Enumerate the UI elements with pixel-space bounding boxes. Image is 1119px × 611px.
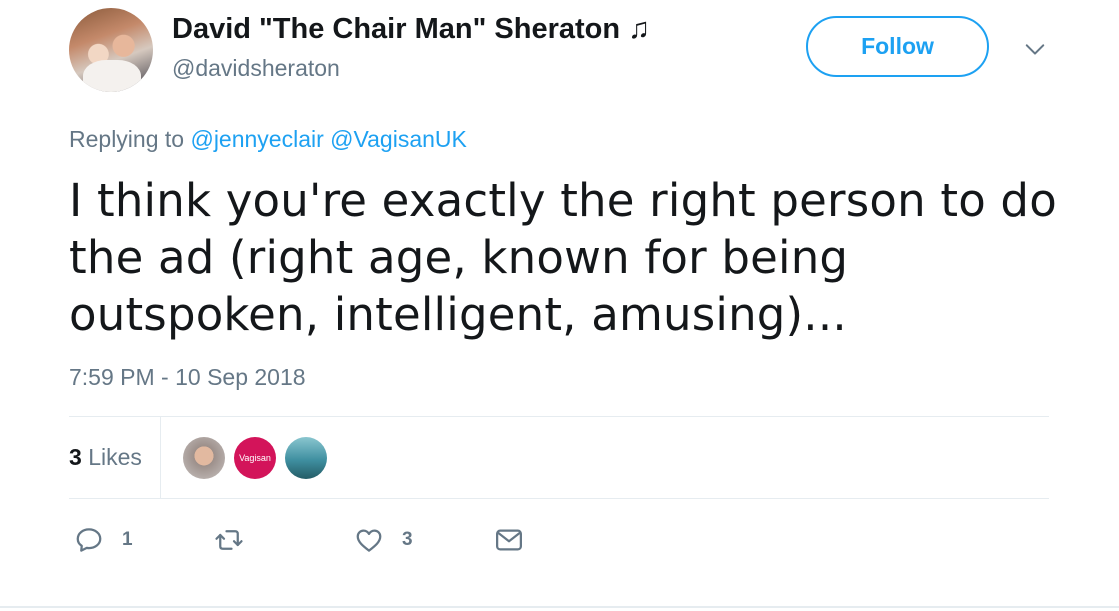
stat-separator [160, 417, 161, 499]
author-display-name[interactable]: David "The Chair Man" Sheraton ♫ [172, 13, 650, 46]
reply-button[interactable]: 1 [74, 525, 133, 555]
bottom-border [0, 606, 1119, 608]
likes-stat[interactable]: 3 Likes [69, 444, 142, 471]
reply-count: 1 [122, 529, 133, 550]
reply-icon [76, 528, 102, 552]
divider [69, 416, 1049, 417]
chevron-down-icon[interactable] [1024, 38, 1046, 60]
mention-link[interactable]: @jennyeclair [190, 126, 323, 152]
mention-link[interactable]: @VagisanUK [330, 126, 467, 152]
follow-button[interactable]: Follow [806, 16, 989, 77]
like-button[interactable]: 3 [354, 525, 413, 555]
tweet-timestamp[interactable]: 7:59 PM - 10 Sep 2018 [69, 364, 306, 391]
author-avatar[interactable] [69, 8, 153, 92]
divider [69, 498, 1049, 499]
like-count: 3 [402, 529, 413, 550]
retweet-icon [215, 530, 243, 550]
replying-to-label: Replying to [69, 126, 185, 152]
liker-avatar[interactable] [285, 437, 327, 479]
heart-icon [356, 529, 382, 552]
replying-to: Replying to @jennyeclair @VagisanUK [69, 126, 467, 153]
likes-count: 3 [69, 444, 82, 470]
message-icon [496, 529, 522, 551]
liker-avatar[interactable]: Vagisan [234, 437, 276, 479]
liker-avatar-label: Vagisan [239, 453, 271, 463]
liker-avatar[interactable] [183, 437, 225, 479]
author-handle[interactable]: @davidsheraton [172, 55, 340, 82]
tweet-text: I think you're exactly the right person … [69, 174, 1057, 341]
likes-label: Likes [88, 444, 142, 470]
retweet-button[interactable] [214, 525, 262, 555]
message-button[interactable] [494, 525, 524, 555]
